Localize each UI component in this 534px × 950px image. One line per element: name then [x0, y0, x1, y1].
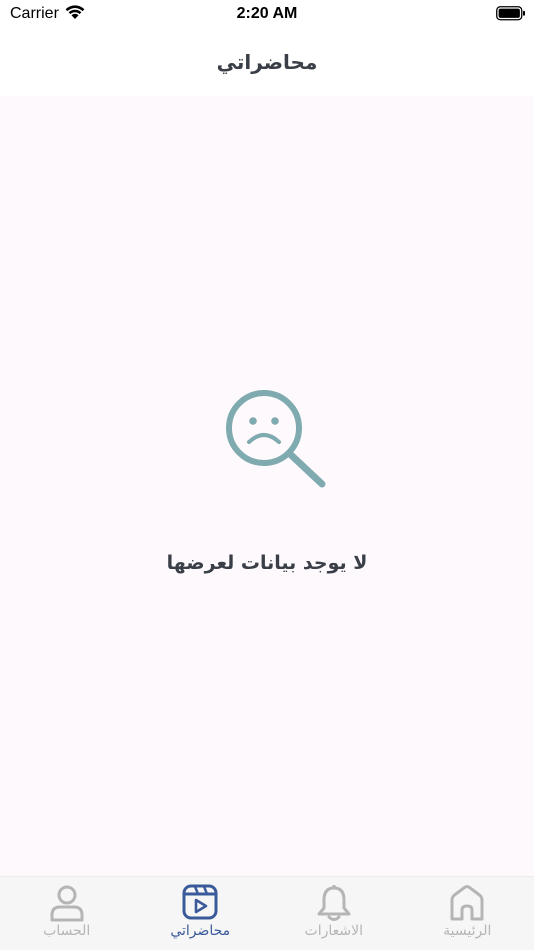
tab-account-label: الحساب: [43, 923, 91, 939]
user-icon: [49, 884, 85, 926]
tab-my-lectures-label: محاضراتي: [170, 923, 231, 939]
bell-icon: [316, 884, 352, 926]
status-bar: Carrier 2:20 AM: [0, 0, 534, 30]
tab-my-lectures[interactable]: محاضراتي: [134, 877, 268, 950]
tab-home-label: الرئيسية: [443, 923, 492, 939]
lectures-content: لا يوجد بيانات لعرضها: [0, 96, 534, 876]
tab-notifications-label: الاشعارات: [304, 923, 363, 939]
home-icon: [449, 884, 485, 926]
sad-magnifier-icon: [222, 386, 330, 494]
status-time: 2:20 AM: [236, 5, 298, 22]
bottom-tab-bar: الحساب محاضراتي الاشعارات الرئيسية: [0, 876, 534, 950]
nav-header: محاضراتي: [0, 30, 534, 96]
video-play-icon: [182, 884, 218, 924]
tab-account[interactable]: الحساب: [0, 877, 134, 950]
tab-notifications[interactable]: الاشعارات: [267, 877, 401, 950]
page-title: محاضراتي: [216, 50, 318, 74]
empty-state-message: لا يوجد بيانات لعرضها: [166, 552, 368, 574]
battery-icon: [496, 6, 526, 25]
tab-home[interactable]: الرئيسية: [401, 877, 534, 950]
